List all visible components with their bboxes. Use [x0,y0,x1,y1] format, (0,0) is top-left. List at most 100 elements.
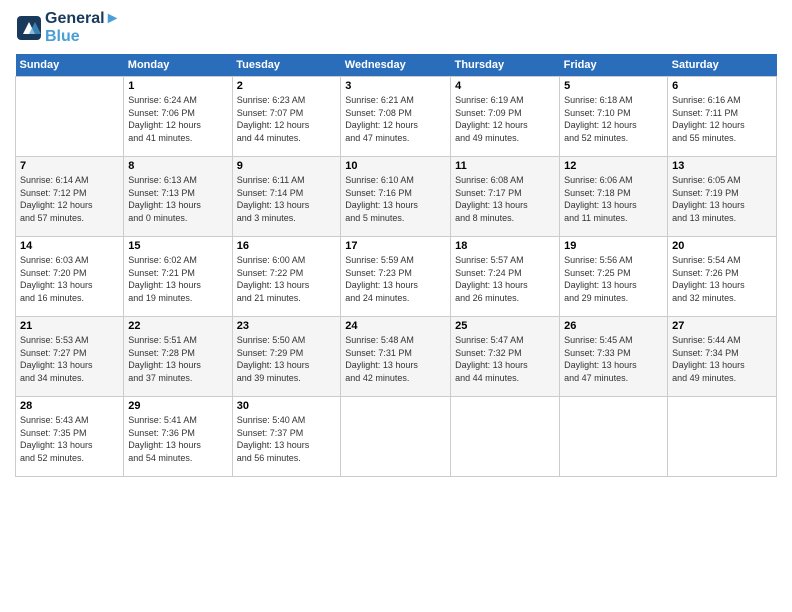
day-number: 1 [128,80,227,92]
day-info: Sunrise: 5:48 AM Sunset: 7:31 PM Dayligh… [345,334,446,384]
week-row-5: 28 Sunrise: 5:43 AM Sunset: 7:35 PM Dayli… [16,397,777,477]
weekday-header-friday: Friday [560,54,668,77]
day-info: Sunrise: 6:13 AM Sunset: 7:13 PM Dayligh… [128,174,227,224]
day-number: 22 [128,320,227,332]
day-info: Sunrise: 5:53 AM Sunset: 7:27 PM Dayligh… [20,334,119,384]
calendar-cell: 22 Sunrise: 5:51 AM Sunset: 7:28 PM Dayli… [124,317,232,397]
day-number: 9 [237,160,337,172]
day-info: Sunrise: 6:21 AM Sunset: 7:08 PM Dayligh… [345,94,446,144]
day-info: Sunrise: 6:02 AM Sunset: 7:21 PM Dayligh… [128,254,227,304]
day-info: Sunrise: 5:43 AM Sunset: 7:35 PM Dayligh… [20,414,119,464]
day-number: 8 [128,160,227,172]
day-number: 29 [128,400,227,412]
weekday-header-thursday: Thursday [451,54,560,77]
day-info: Sunrise: 6:08 AM Sunset: 7:17 PM Dayligh… [455,174,555,224]
day-number: 28 [20,400,119,412]
day-number: 17 [345,240,446,252]
day-info: Sunrise: 6:24 AM Sunset: 7:06 PM Dayligh… [128,94,227,144]
day-number: 18 [455,240,555,252]
calendar-container: General► Blue SundayMondayTuesdayWednesd… [0,0,792,612]
weekday-header-tuesday: Tuesday [232,54,341,77]
logo-text: General► Blue [45,10,120,46]
day-info: Sunrise: 6:19 AM Sunset: 7:09 PM Dayligh… [455,94,555,144]
logo-icon [15,14,43,42]
day-number: 2 [237,80,337,92]
day-info: Sunrise: 5:45 AM Sunset: 7:33 PM Dayligh… [564,334,663,384]
day-number: 14 [20,240,119,252]
day-info: Sunrise: 5:50 AM Sunset: 7:29 PM Dayligh… [237,334,337,384]
day-number: 21 [20,320,119,332]
day-info: Sunrise: 5:41 AM Sunset: 7:36 PM Dayligh… [128,414,227,464]
weekday-header-row: SundayMondayTuesdayWednesdayThursdayFrid… [16,54,777,77]
calendar-cell: 28 Sunrise: 5:43 AM Sunset: 7:35 PM Dayli… [16,397,124,477]
calendar-cell: 21 Sunrise: 5:53 AM Sunset: 7:27 PM Dayli… [16,317,124,397]
day-number: 30 [237,400,337,412]
day-number: 24 [345,320,446,332]
day-info: Sunrise: 5:56 AM Sunset: 7:25 PM Dayligh… [564,254,663,304]
calendar-cell: 23 Sunrise: 5:50 AM Sunset: 7:29 PM Dayli… [232,317,341,397]
week-row-1: 1 Sunrise: 6:24 AM Sunset: 7:06 PM Daylig… [16,77,777,157]
day-info: Sunrise: 5:40 AM Sunset: 7:37 PM Dayligh… [237,414,337,464]
weekday-header-wednesday: Wednesday [341,54,451,77]
calendar-cell [341,397,451,477]
day-info: Sunrise: 6:06 AM Sunset: 7:18 PM Dayligh… [564,174,663,224]
day-number: 7 [20,160,119,172]
day-number: 12 [564,160,663,172]
calendar-cell [668,397,777,477]
day-number: 27 [672,320,772,332]
calendar-cell: 26Sunrise: 5:45 AM Sunset: 7:33 PM Dayli… [560,317,668,397]
day-info: Sunrise: 6:10 AM Sunset: 7:16 PM Dayligh… [345,174,446,224]
calendar-cell [451,397,560,477]
calendar-cell: 15 Sunrise: 6:02 AM Sunset: 7:21 PM Dayli… [124,237,232,317]
calendar-cell: 12 Sunrise: 6:06 AM Sunset: 7:18 PM Dayli… [560,157,668,237]
calendar-cell: 8 Sunrise: 6:13 AM Sunset: 7:13 PM Daylig… [124,157,232,237]
logo: General► Blue [15,10,120,46]
day-info: Sunrise: 5:54 AM Sunset: 7:26 PM Dayligh… [672,254,772,304]
week-row-4: 21 Sunrise: 5:53 AM Sunset: 7:27 PM Dayli… [16,317,777,397]
day-number: 6 [672,80,772,92]
weekday-header-sunday: Sunday [16,54,124,77]
day-number: 10 [345,160,446,172]
day-number: 4 [455,80,555,92]
calendar-cell: 1 Sunrise: 6:24 AM Sunset: 7:06 PM Daylig… [124,77,232,157]
calendar-cell [16,77,124,157]
day-info: Sunrise: 5:51 AM Sunset: 7:28 PM Dayligh… [128,334,227,384]
calendar-cell: 4 Sunrise: 6:19 AM Sunset: 7:09 PM Daylig… [451,77,560,157]
calendar-cell: 10 Sunrise: 6:10 AM Sunset: 7:16 PM Dayli… [341,157,451,237]
calendar-cell: 20Sunrise: 5:54 AM Sunset: 7:26 PM Dayli… [668,237,777,317]
weekday-header-monday: Monday [124,54,232,77]
day-info: Sunrise: 6:00 AM Sunset: 7:22 PM Dayligh… [237,254,337,304]
week-row-3: 14 Sunrise: 6:03 AM Sunset: 7:20 PM Dayli… [16,237,777,317]
calendar-cell: 29 Sunrise: 5:41 AM Sunset: 7:36 PM Dayli… [124,397,232,477]
day-info: Sunrise: 6:14 AM Sunset: 7:12 PM Dayligh… [20,174,119,224]
calendar-cell: 2Sunrise: 6:23 AM Sunset: 7:07 PM Daylig… [232,77,341,157]
calendar-cell [560,397,668,477]
day-info: Sunrise: 6:05 AM Sunset: 7:19 PM Dayligh… [672,174,772,224]
day-number: 3 [345,80,446,92]
calendar-cell: 7 Sunrise: 6:14 AM Sunset: 7:12 PM Daylig… [16,157,124,237]
day-info: Sunrise: 5:57 AM Sunset: 7:24 PM Dayligh… [455,254,555,304]
day-number: 15 [128,240,227,252]
weekday-header-saturday: Saturday [668,54,777,77]
day-info: Sunrise: 5:59 AM Sunset: 7:23 PM Dayligh… [345,254,446,304]
day-info: Sunrise: 6:11 AM Sunset: 7:14 PM Dayligh… [237,174,337,224]
day-number: 13 [672,160,772,172]
day-number: 5 [564,80,663,92]
calendar-cell: 24 Sunrise: 5:48 AM Sunset: 7:31 PM Dayli… [341,317,451,397]
calendar-cell: 30 Sunrise: 5:40 AM Sunset: 7:37 PM Dayli… [232,397,341,477]
calendar-cell: 19Sunrise: 5:56 AM Sunset: 7:25 PM Dayli… [560,237,668,317]
calendar-cell: 16Sunrise: 6:00 AM Sunset: 7:22 PM Dayli… [232,237,341,317]
calendar-table: SundayMondayTuesdayWednesdayThursdayFrid… [15,54,777,477]
day-info: Sunrise: 6:03 AM Sunset: 7:20 PM Dayligh… [20,254,119,304]
day-number: 11 [455,160,555,172]
week-row-2: 7 Sunrise: 6:14 AM Sunset: 7:12 PM Daylig… [16,157,777,237]
day-info: Sunrise: 5:47 AM Sunset: 7:32 PM Dayligh… [455,334,555,384]
calendar-cell: 17 Sunrise: 5:59 AM Sunset: 7:23 PM Dayli… [341,237,451,317]
calendar-cell: 13 Sunrise: 6:05 AM Sunset: 7:19 PM Dayli… [668,157,777,237]
day-info: Sunrise: 6:18 AM Sunset: 7:10 PM Dayligh… [564,94,663,144]
day-info: Sunrise: 5:44 AM Sunset: 7:34 PM Dayligh… [672,334,772,384]
header: General► Blue [15,10,777,46]
day-number: 23 [237,320,337,332]
calendar-cell: 9 Sunrise: 6:11 AM Sunset: 7:14 PM Daylig… [232,157,341,237]
calendar-cell: 3 Sunrise: 6:21 AM Sunset: 7:08 PM Daylig… [341,77,451,157]
